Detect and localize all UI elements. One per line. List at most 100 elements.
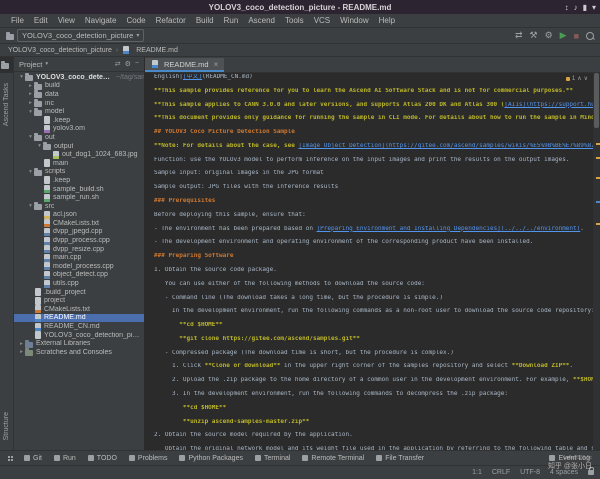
build-icon[interactable]: ⚒ (529, 30, 537, 41)
menu-item[interactable]: Window (335, 16, 373, 25)
tree-row[interactable]: .keep (14, 116, 144, 125)
warning-stripe-mark[interactable] (596, 177, 600, 179)
editor-tab-readme[interactable]: README.md × (145, 58, 224, 72)
tree-row[interactable]: ▾ output (14, 142, 144, 151)
menu-item[interactable]: Help (374, 16, 400, 25)
breadcrumb-file[interactable]: README.md (136, 47, 178, 54)
tree-row[interactable]: dvpp_process.cpp (14, 236, 144, 245)
editor-content[interactable]: English|[中文](README_CN.md)**This sample … (145, 73, 593, 450)
tree-row[interactable]: ▾ model (14, 107, 144, 116)
readonly-lock-icon[interactable] (588, 470, 594, 475)
info-stripe-mark[interactable] (596, 201, 600, 203)
tree-row[interactable]: main.cpp (14, 253, 144, 262)
settings-icon[interactable]: ⚙ (545, 30, 553, 41)
tree-chevron-icon[interactable]: ▾ (27, 134, 34, 140)
network-icon[interactable]: ↕ (565, 3, 569, 12)
status-item[interactable]: UTF-8 (520, 469, 540, 476)
menu-item[interactable]: View (53, 16, 80, 25)
tree-row[interactable]: ▸ inc (14, 99, 144, 108)
tree-row[interactable]: project (14, 296, 144, 305)
tool-window-button[interactable]: Remote Terminal (296, 455, 370, 462)
tree-chevron-icon[interactable]: ▾ (27, 169, 34, 175)
tree-row[interactable]: acl.json (14, 211, 144, 220)
tree-row[interactable]: README.md (14, 314, 144, 323)
locate-icon[interactable]: ⇄ (115, 60, 121, 68)
tree-row[interactable]: object_detect.cpp (14, 271, 144, 280)
tool-window-button[interactable]: File Transfer (370, 455, 430, 462)
run-icon[interactable]: ▶ (560, 30, 567, 41)
menu-item[interactable]: VCS (309, 16, 335, 25)
editor-scrollbar[interactable] (593, 73, 600, 450)
tool-button-project[interactable] (0, 57, 13, 73)
status-item[interactable]: 4 spaces (550, 469, 578, 476)
scrollbar-thumb[interactable] (594, 73, 599, 128)
project-selector[interactable]: YOLOV3_coco_detection_picture ▾ (17, 29, 144, 42)
tree-row[interactable]: CMakeLists.txt (14, 305, 144, 314)
tree-row[interactable]: main (14, 159, 144, 168)
warning-stripe-mark[interactable] (596, 157, 600, 159)
gear-icon[interactable]: ⚙ (125, 60, 131, 68)
sound-icon[interactable]: ♪ (574, 3, 578, 12)
tree-chevron-icon[interactable]: ▸ (18, 349, 25, 355)
menu-item[interactable]: Tools (280, 16, 309, 25)
close-icon[interactable]: × (214, 60, 219, 69)
tool-window-button[interactable]: Git (18, 455, 48, 462)
tree-row[interactable]: YOLOV3_coco_detection_picture.iml (14, 331, 144, 340)
sync-icon[interactable]: ⇄ (515, 30, 523, 41)
tree-row[interactable]: README_CN.md (14, 322, 144, 331)
tool-button-structure[interactable]: Structure (3, 412, 10, 440)
status-item[interactable]: CRLF (492, 469, 510, 476)
tree-row[interactable]: CMakeLists.txt (14, 219, 144, 228)
tree-row[interactable]: ▾ scripts (14, 168, 144, 177)
next-inspection-icon[interactable]: ∨ (584, 75, 588, 82)
tree-row[interactable]: ▾ YOLOV3_coco_detection_picture ~/tag/sa… (14, 73, 144, 82)
tree-chevron-icon[interactable]: ▾ (36, 143, 43, 149)
tree-chevron-icon[interactable]: ▾ (27, 109, 34, 115)
chevron-down-icon[interactable]: ▾ (45, 61, 48, 67)
tree-row[interactable]: yolov3.om (14, 125, 144, 134)
tree-chevron-icon[interactable]: ▸ (18, 341, 25, 347)
search-icon[interactable] (586, 32, 594, 40)
menu-item[interactable]: File (6, 16, 29, 25)
menu-item[interactable]: Run (219, 16, 244, 25)
session-menu-icon[interactable]: ▾ (592, 3, 596, 12)
tool-window-button[interactable]: Problems (123, 455, 174, 462)
tool-window-button[interactable]: TODO (82, 455, 123, 462)
collapse-icon[interactable]: − (135, 60, 139, 68)
menu-item[interactable]: Refactor (151, 16, 191, 25)
tree-row[interactable]: .keep (14, 176, 144, 185)
prev-inspection-icon[interactable]: ∧ (577, 75, 581, 82)
tree-row[interactable]: ▸ data (14, 90, 144, 99)
tree-row[interactable]: dvpp_jpegd.cpp (14, 228, 144, 237)
tree-row[interactable]: ▸ Scratches and Consoles (14, 348, 144, 357)
tool-window-button[interactable]: Run (48, 455, 82, 462)
tree-row[interactable]: .build_project (14, 288, 144, 297)
tool-window-button[interactable]: Terminal (249, 455, 296, 462)
tool-button-ascend-tasks[interactable]: Ascend Tasks (3, 83, 10, 126)
tool-window-button[interactable]: Python Packages (173, 455, 248, 462)
tool-window-button-event-log[interactable]: Event Log (543, 455, 596, 462)
status-item[interactable]: 1:1 (472, 469, 482, 476)
menu-item[interactable]: Navigate (80, 16, 122, 25)
tree-chevron-icon[interactable]: ▸ (27, 91, 34, 97)
warning-stripe-mark[interactable] (596, 143, 600, 145)
tree-chevron-icon[interactable]: ▾ (18, 74, 25, 80)
menu-item[interactable]: Edit (29, 16, 53, 25)
warning-stripe-mark[interactable] (596, 223, 600, 225)
battery-icon[interactable]: ▮ (583, 3, 587, 12)
tree-row[interactable]: ▸ External Libraries (14, 339, 144, 348)
tree-chevron-icon[interactable]: ▸ (27, 83, 34, 89)
project-panel-title[interactable]: Project (19, 60, 42, 69)
tree-row[interactable]: ▾ out (14, 133, 144, 142)
tree-row[interactable]: sample_run.sh (14, 193, 144, 202)
tree-row[interactable]: ▸ build (14, 82, 144, 91)
menu-item[interactable]: Build (191, 16, 219, 25)
tree-row[interactable]: utils.cpp (14, 279, 144, 288)
tree-row[interactable]: dvpp_resize.cpp (14, 245, 144, 254)
tree-chevron-icon[interactable]: ▸ (27, 100, 34, 106)
tree-chevron-icon[interactable]: ▾ (27, 203, 34, 209)
tree-row[interactable]: ▾ src (14, 202, 144, 211)
breadcrumb-project[interactable]: YOLOV3_coco_detection_picture (8, 47, 112, 54)
stop-icon[interactable]: ■ (574, 31, 579, 41)
tree-row[interactable]: sample_build.sh (14, 185, 144, 194)
